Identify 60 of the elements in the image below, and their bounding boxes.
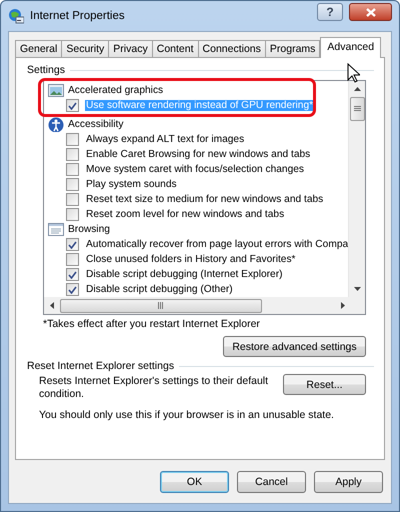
horizontal-scrollbar[interactable] [44, 297, 365, 314]
checkbox[interactable] [66, 133, 79, 146]
checkbox[interactable] [66, 238, 79, 251]
category-icon [48, 222, 64, 237]
dialog-button[interactable]: Apply [314, 470, 383, 492]
tab[interactable]: Connections [198, 40, 266, 58]
option-label[interactable]: Reset text size to medium for new windows and tabs [85, 194, 324, 205]
checkbox[interactable] [66, 99, 79, 112]
pointer-icon [347, 63, 360, 83]
check-icon [68, 240, 77, 248]
check-icon [68, 102, 77, 110]
footnote-text: *Takes effect after you restart Internet Explorer [43, 318, 261, 330]
category-icon [48, 117, 64, 132]
group-label: Settings [27, 64, 65, 76]
checkbox[interactable] [66, 208, 79, 221]
tab[interactable]: General [15, 40, 62, 58]
scroll-right-icon[interactable] [341, 302, 345, 309]
checkbox[interactable] [66, 253, 79, 266]
reset-button[interactable]: Reset... [283, 374, 366, 395]
category-label: Accessibility [68, 119, 124, 130]
option-label[interactable]: Play system sounds [85, 179, 178, 190]
checkbox[interactable] [66, 193, 79, 206]
category-icon [48, 83, 64, 98]
checkbox[interactable] [66, 283, 79, 296]
close-button[interactable] [349, 3, 392, 21]
option-label[interactable]: Move system caret with focus/selection changes [85, 164, 305, 175]
grip-icon [158, 302, 164, 309]
category-label: Accelerated graphics [68, 85, 164, 96]
warning-text: You should only use this if your browser is in an unusable state. [39, 409, 335, 421]
dialog-button[interactable]: OK [160, 470, 229, 492]
window-title: Internet Properties [30, 10, 125, 22]
checkbox[interactable] [66, 268, 79, 281]
option-label[interactable]: Enable Caret Browsing for new windows and tabs [85, 149, 312, 160]
close-icon [366, 8, 376, 16]
tab[interactable]: Privacy [108, 40, 153, 58]
tab[interactable]: Security [61, 40, 110, 58]
option-label[interactable]: Always expand ALT text for images [85, 134, 246, 145]
checkbox[interactable] [66, 163, 79, 176]
restore-button[interactable]: Restore advanced settings [223, 336, 366, 357]
vertical-scrollbar[interactable] [348, 81, 365, 297]
category-label: Browsing [68, 224, 110, 235]
option-label[interactable]: Disable script debugging (Internet Explorer) [85, 269, 284, 280]
option-label[interactable]: Automatically recover from page layout errors with Compa [85, 239, 348, 250]
tab[interactable]: Programs [264, 40, 320, 58]
option-label[interactable]: Reset zoom level for new windows and tabs [85, 209, 286, 220]
help-button[interactable]: ? [317, 3, 343, 21]
tab[interactable]: Advanced [320, 37, 382, 58]
tab[interactable]: Content [152, 40, 199, 58]
app-icon [8, 8, 24, 24]
dialog-button[interactable]: Cancel [237, 470, 306, 492]
option-label[interactable]: Disable script debugging (Other) [85, 284, 234, 295]
group-label: Reset Internet Explorer settings [27, 360, 174, 372]
checkbox[interactable] [66, 178, 79, 191]
grip-icon [354, 106, 360, 112]
scroll-up-icon[interactable] [354, 87, 360, 91]
checkbox[interactable] [66, 148, 79, 161]
description-text: Resets Internet Explorer's settings to their default condition. [39, 375, 269, 401]
scroll-left-icon[interactable] [50, 302, 54, 309]
scroll-down-icon[interactable] [354, 287, 360, 291]
option-label[interactable]: Close unused folders in History and Favorites* [85, 254, 297, 265]
